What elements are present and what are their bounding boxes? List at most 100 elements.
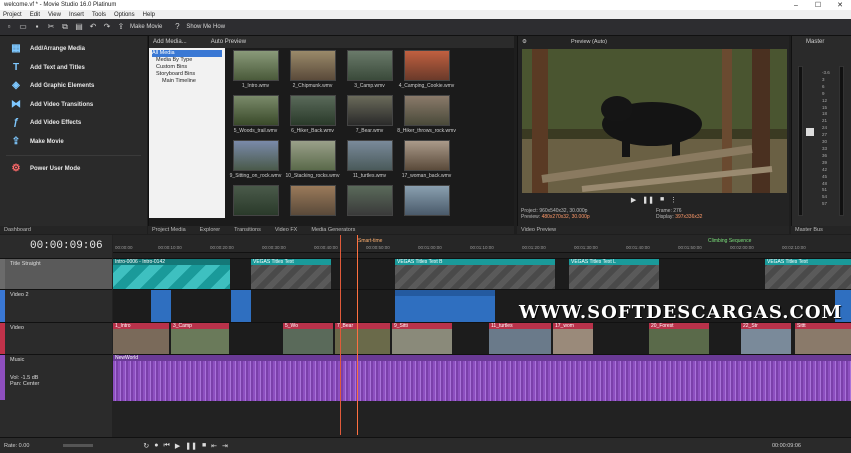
media-thumb[interactable]: 10_Stacking_rocks.wmv <box>284 140 341 184</box>
title-clip[interactable]: VEGAS Titles Text <box>765 259 851 290</box>
maximize-button[interactable]: ☐ <box>807 1 829 9</box>
action-add-transitions[interactable]: ⧓ Add Video Transitions <box>0 96 147 115</box>
media-thumb[interactable]: 9_Sitting_on_rock.wmv <box>227 140 284 184</box>
menu-icon[interactable]: ⋮ <box>670 196 677 206</box>
make-movie-icon[interactable]: ⇪ <box>116 22 126 32</box>
action-power-user[interactable]: ⚙ Power User Mode <box>0 160 147 179</box>
go-end-icon[interactable]: ⇥ <box>222 442 228 450</box>
make-movie-button[interactable]: Make Movie <box>130 24 162 30</box>
play-icon[interactable]: ▶ <box>175 442 180 450</box>
auto-preview-toggle[interactable]: Auto Preview <box>211 39 246 45</box>
track-header-music[interactable]: Music Vol: -1.5 dB Pan: Center <box>0 354 112 400</box>
pause-icon[interactable]: ❚❚ <box>642 196 654 206</box>
copy-icon[interactable]: ⧉ <box>60 22 70 32</box>
master-fader[interactable] <box>806 128 814 136</box>
media-thumb[interactable] <box>398 185 455 229</box>
video-clip[interactable]: 17_wom <box>553 323 593 355</box>
tree-item-custom-bins[interactable]: Custom Bins <box>152 64 222 71</box>
menu-tools[interactable]: Tools <box>92 12 106 18</box>
action-add-graphic[interactable]: ◈ Add Graphic Elements <box>0 77 147 96</box>
title-clip[interactable]: Intro-0006 - Intro-0142 <box>113 259 230 290</box>
menu-project[interactable]: Project <box>3 12 22 18</box>
media-thumb[interactable]: 7_Bear.wmv <box>341 95 398 139</box>
menu-edit[interactable]: Edit <box>30 12 40 18</box>
loop-icon[interactable]: ↻ <box>143 442 149 450</box>
media-thumb[interactable]: 6_Hiker_Back.wmv <box>284 95 341 139</box>
media-thumb[interactable] <box>284 185 341 229</box>
video-clip[interactable]: 9_Sitti <box>392 323 452 355</box>
menu-options[interactable]: Options <box>114 12 135 18</box>
rate-slider[interactable] <box>63 444 94 447</box>
tab-project-media[interactable]: Project Media <box>152 227 186 233</box>
tab-dashboard[interactable]: Dashboard <box>4 227 31 233</box>
video-clip[interactable]: 11_turtles <box>489 323 551 355</box>
record-icon[interactable]: ● <box>154 442 158 450</box>
menu-view[interactable]: View <box>48 12 61 18</box>
track-header-video2[interactable]: Video 2 <box>0 289 112 322</box>
action-add-media[interactable]: ▦ Add/Arrange Media <box>0 40 147 59</box>
play-from-start-icon[interactable]: ⏮ <box>164 442 170 450</box>
video-clip[interactable]: 22_Str <box>741 323 791 355</box>
track-header-video[interactable]: Video <box>0 322 112 354</box>
new-icon[interactable]: ▫ <box>4 22 14 32</box>
menu-help[interactable]: Help <box>143 12 155 18</box>
tab-video-fx[interactable]: Video FX <box>275 227 298 233</box>
marker-smart-time[interactable]: Smart-time <box>358 238 382 244</box>
action-add-effects[interactable]: ƒ Add Video Effects <box>0 114 147 133</box>
media-thumb[interactable]: 8_Hiker_throws_rock.wmv <box>397 95 456 139</box>
video-clip[interactable]: 3_Camp <box>171 323 229 355</box>
lane-music[interactable]: NewWorld <box>113 354 851 401</box>
media-thumb[interactable]: 3_Camp.wmv <box>341 50 398 94</box>
timeline-ruler[interactable]: 00:00:00 00:00:10:00 00:00:20:00 00:00:3… <box>113 235 851 253</box>
stop-icon[interactable]: ■ <box>202 442 206 450</box>
preview-settings-icon[interactable]: ⚙ <box>522 39 527 45</box>
help-icon[interactable]: ? <box>172 22 182 32</box>
action-make-movie[interactable]: ⇪ Make Movie <box>0 133 147 152</box>
pause-icon[interactable]: ❚❚ <box>185 442 197 450</box>
cut-icon[interactable]: ✂ <box>46 22 56 32</box>
media-thumb[interactable]: 1_Intro.wmv <box>227 50 284 94</box>
action-add-text[interactable]: T Add Text and Titles <box>0 59 147 78</box>
video2-clip[interactable] <box>231 290 251 323</box>
track-header-title[interactable]: Title Straight <box>0 258 112 289</box>
title-clip[interactable]: VEGAS Titles Text <box>251 259 331 290</box>
tree-item-all-media[interactable]: All Media <box>152 50 222 57</box>
tab-master-bus[interactable]: Master Bus <box>795 227 823 233</box>
add-media-button[interactable]: Add Media... <box>153 39 187 45</box>
redo-icon[interactable]: ↷ <box>102 22 112 32</box>
tab-video-preview[interactable]: Video Preview <box>521 227 556 233</box>
preview-mode-select[interactable]: Preview (Auto) <box>571 39 607 45</box>
video-clip[interactable]: 7_Bear <box>335 323 390 355</box>
close-button[interactable]: ✕ <box>829 1 851 9</box>
save-icon[interactable]: ▪ <box>32 22 42 32</box>
show-me-how-button[interactable]: Show Me How <box>186 24 225 30</box>
media-thumb[interactable]: 17_woman_back.wmv <box>398 140 455 184</box>
title-clip[interactable]: VEGAS Titles Text L <box>569 259 659 290</box>
video2-clip[interactable] <box>151 290 171 323</box>
media-thumb[interactable]: 11_turtles.wmv <box>341 140 398 184</box>
video-clip[interactable]: 20_Forest <box>649 323 709 355</box>
tree-item-main-timeline[interactable]: Main Timeline <box>152 78 222 85</box>
media-thumb[interactable]: 2_Chipmunk.wmv <box>284 50 341 94</box>
minimize-button[interactable]: – <box>785 2 807 9</box>
tree-item-storyboard[interactable]: Storyboard Bins <box>152 71 222 78</box>
music-clip[interactable]: NewWorld <box>113 355 851 401</box>
tree-item-by-type[interactable]: Media By Type <box>152 57 222 64</box>
open-icon[interactable]: ▭ <box>18 22 28 32</box>
tab-transitions[interactable]: Transitions <box>234 227 261 233</box>
media-thumb[interactable]: 4_Camping_Cookie.wmv <box>398 50 455 94</box>
marker-climbing-sequence[interactable]: Climbing Sequence <box>708 238 751 244</box>
lane-video[interactable]: 1_Intro 3_Camp 5_Wo 7_Bear 9_Sitti 11_tu… <box>113 322 851 355</box>
tab-media-generators[interactable]: Media Generators <box>311 227 355 233</box>
go-start-icon[interactable]: ⇤ <box>211 442 217 450</box>
paste-icon[interactable]: ▤ <box>74 22 84 32</box>
video-clip[interactable]: 5_Wo <box>283 323 333 355</box>
media-thumb[interactable] <box>341 185 398 229</box>
playhead[interactable] <box>340 235 341 435</box>
video2-clip[interactable] <box>395 290 495 323</box>
media-thumb[interactable]: 5_Woods_trail.wmv <box>227 95 284 139</box>
menu-insert[interactable]: Insert <box>69 12 84 18</box>
play-icon[interactable]: ▶ <box>631 196 636 206</box>
tab-explorer[interactable]: Explorer <box>200 227 220 233</box>
undo-icon[interactable]: ↶ <box>88 22 98 32</box>
